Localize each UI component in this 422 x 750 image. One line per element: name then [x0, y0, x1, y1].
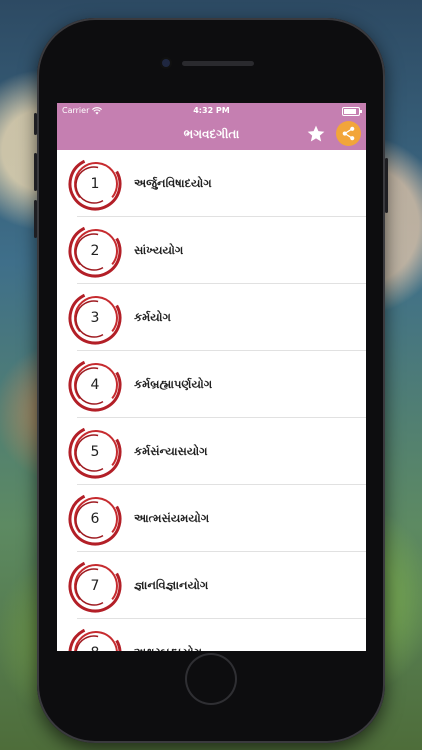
- power-button: [385, 158, 388, 213]
- phone-frame: Carrier 4:32 PM ભગવદગીતા 1 અર્જુનવિષાદયો…: [34, 18, 388, 743]
- list-item[interactable]: 6 આત્મસંયમયોગ: [57, 485, 366, 552]
- list-item[interactable]: 7 જ્ઞાનવિજ્ઞાનયોગ: [57, 552, 366, 619]
- chapter-number: 7: [90, 578, 100, 594]
- chapter-number: 2: [90, 243, 100, 259]
- chapter-number: 4: [90, 377, 100, 393]
- list-item[interactable]: 4 કર્મબ્રહ્માપર્ણયોગ: [57, 351, 366, 418]
- status-time: 4:32 PM: [193, 106, 230, 115]
- list-item[interactable]: 3 કર્મયોગ: [57, 284, 366, 351]
- chapter-title: અક્ષરબ્રહ્મયોગ: [134, 645, 202, 651]
- chapter-title: આત્મસંયમયોગ: [134, 511, 210, 525]
- chapter-number: 8: [67, 625, 123, 651]
- volume-down-button: [34, 200, 37, 238]
- share-button[interactable]: [336, 121, 361, 146]
- chapter-list: 1 અર્જુનવિષાદયોગ 2 સાંખ્યયોગ 3 કર્મયોગ 4 કર્મબ્…: [57, 150, 366, 651]
- list-item[interactable]: 8 અક્ષરબ્રહ્મયોગ: [57, 619, 366, 651]
- status-bar: Carrier 4:32 PM: [57, 103, 366, 118]
- share-icon: [342, 126, 355, 141]
- app-screen: Carrier 4:32 PM ભગવદગીતા 1 અર્જુનવિષાદયો…: [57, 103, 366, 651]
- chapter-title: સાંખ્યયોગ: [134, 243, 184, 257]
- chapter-title: અર્જુનવિષાદયોગ: [134, 176, 212, 190]
- list-item[interactable]: 2 સાંખ્યયોગ: [57, 217, 366, 284]
- volume-up-button: [34, 153, 37, 191]
- mute-switch: [34, 113, 37, 135]
- chapter-title: જ્ઞાનવિજ્ઞાનયોગ: [134, 578, 209, 592]
- chapter-title: કર્મસંન્યાસયોગ: [134, 444, 208, 458]
- chapter-title: કર્મબ્રહ્માપર્ણયોગ: [134, 377, 213, 391]
- list-item[interactable]: 1 અર્જુનવિષાદયોગ: [57, 150, 366, 217]
- chapter-number: 3: [90, 310, 100, 326]
- home-button[interactable]: [187, 655, 235, 703]
- chapter-title: કર્મયોગ: [134, 310, 171, 324]
- star-icon[interactable]: [306, 124, 326, 144]
- front-camera: [162, 59, 170, 67]
- nav-bar: ભગવદગીતા: [57, 118, 366, 150]
- earpiece-speaker: [182, 61, 254, 66]
- chapter-number: 5: [90, 444, 100, 460]
- chapter-number: 6: [90, 511, 100, 527]
- battery-icon: [342, 107, 362, 116]
- list-item[interactable]: 5 કર્મસંન્યાસયોગ: [57, 418, 366, 485]
- chapter-number: 1: [90, 176, 100, 192]
